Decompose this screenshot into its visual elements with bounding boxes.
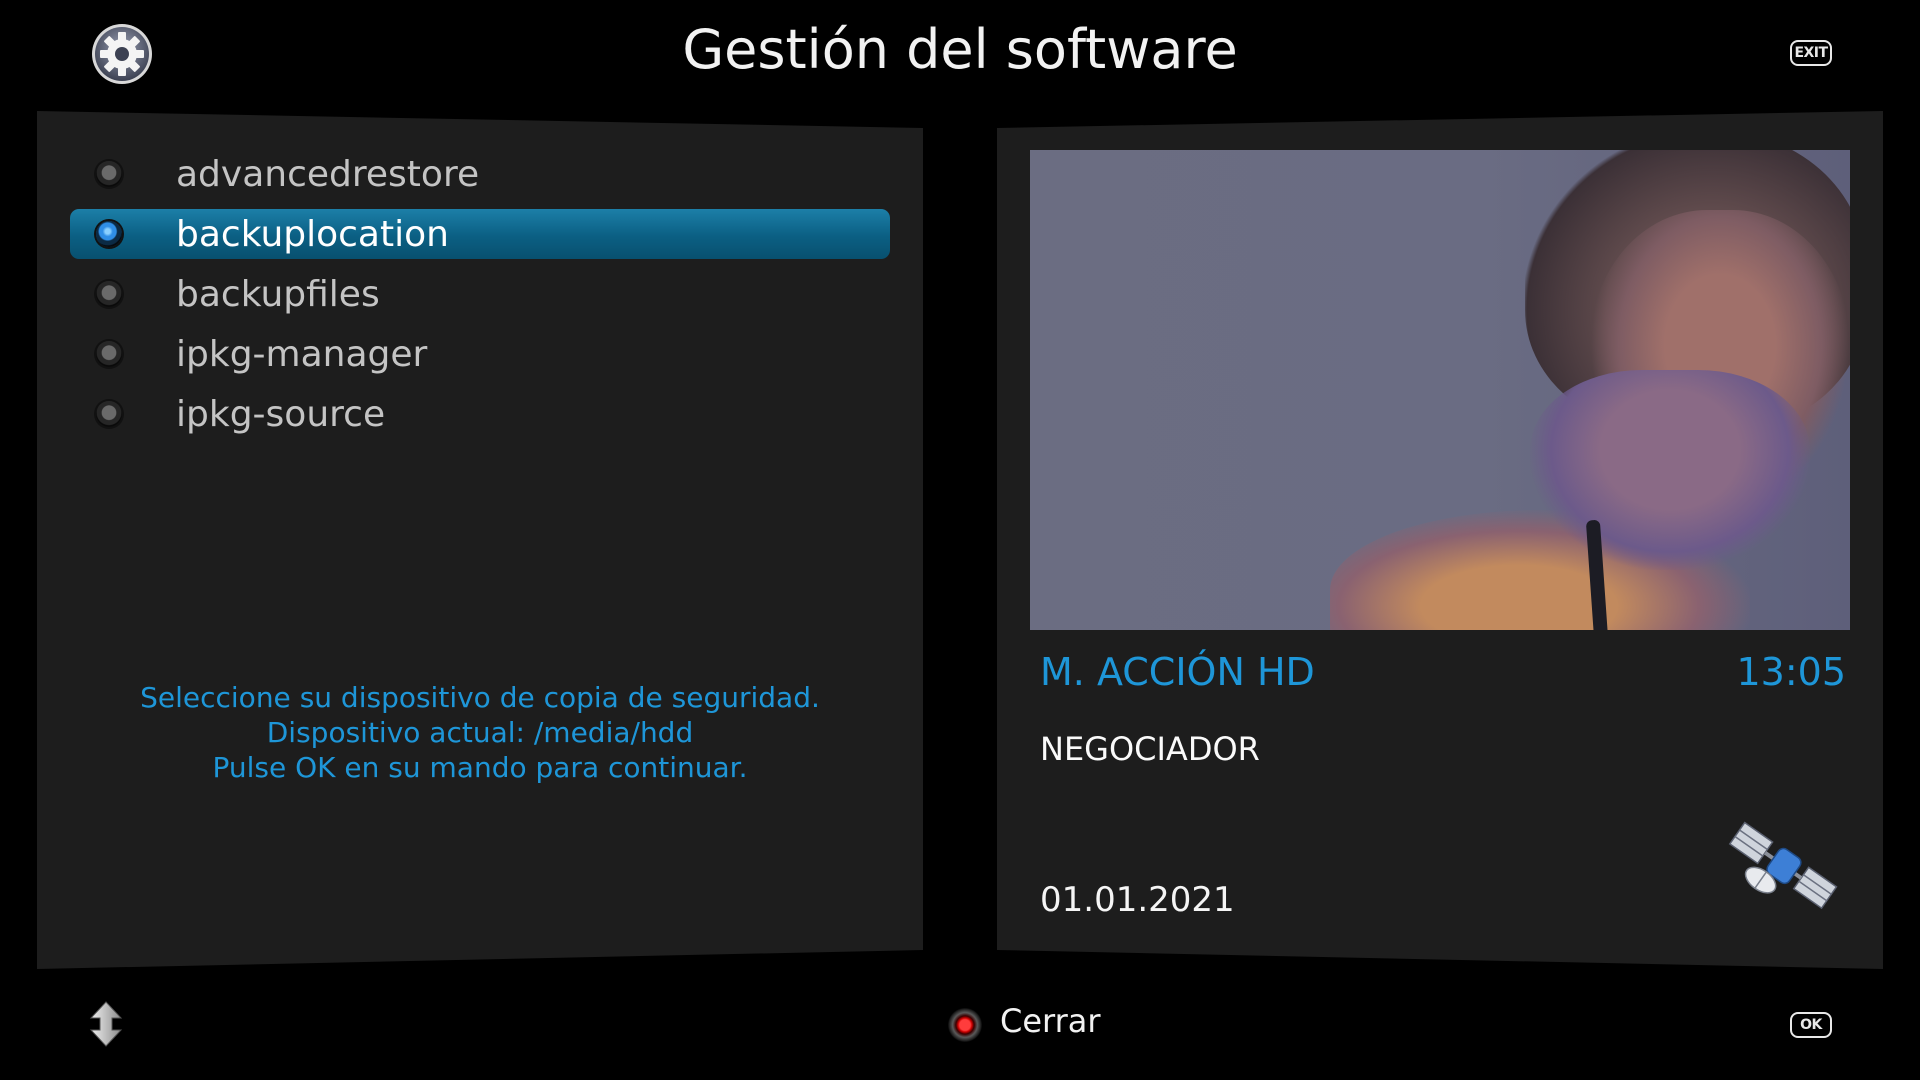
menu-item-backuplocation[interactable]: backuplocation	[70, 209, 890, 259]
close-button-label[interactable]: Cerrar	[1000, 1002, 1101, 1040]
bullet-icon	[96, 221, 122, 247]
description-line: Seleccione su dispositivo de copia de se…	[140, 681, 820, 714]
bullet-icon	[96, 341, 122, 367]
page-title: Gestión del software	[682, 18, 1238, 81]
menu-item-label: advancedrestore	[176, 153, 480, 195]
bullet-icon	[96, 161, 122, 187]
menu-item-ipkg-source[interactable]: ipkg-source	[70, 389, 890, 439]
video-figure	[1530, 370, 1810, 570]
menu-item-label: backupfiles	[176, 273, 380, 315]
software-management-screen: Gestión del software EXIT advancedrestor…	[0, 0, 1920, 1080]
clock: 13:05	[1736, 650, 1846, 694]
menu-item-label: ipkg-source	[176, 393, 386, 435]
up-down-arrows-icon	[89, 1001, 123, 1047]
menu-item-ipkg-manager[interactable]: ipkg-manager	[70, 329, 890, 379]
red-button-icon[interactable]	[946, 1006, 984, 1044]
ok-key-icon[interactable]: OK	[1790, 1012, 1832, 1038]
menu-item-backupfiles[interactable]: backupfiles	[70, 269, 890, 319]
video-preview	[1030, 150, 1850, 630]
bullet-icon	[96, 281, 122, 307]
bullet-icon	[96, 401, 122, 427]
event-date: 01.01.2021	[1040, 880, 1235, 920]
menu-item-advancedrestore[interactable]: advancedrestore	[70, 149, 890, 199]
channel-name: M. ACCIÓN HD	[1040, 650, 1315, 694]
menu-item-label: backuplocation	[176, 213, 449, 255]
menu-item-label: ipkg-manager	[176, 333, 428, 375]
description-line: Pulse OK en su mando para continuar.	[212, 751, 748, 784]
event-title: NEGOCIADOR	[1040, 730, 1260, 768]
description-text: Seleccione su dispositivo de copia de se…	[37, 680, 923, 785]
satellite-icon	[1728, 821, 1838, 910]
description-line: Dispositivo actual: /media/hdd	[266, 716, 694, 749]
exit-key-icon[interactable]: EXIT	[1790, 40, 1832, 66]
